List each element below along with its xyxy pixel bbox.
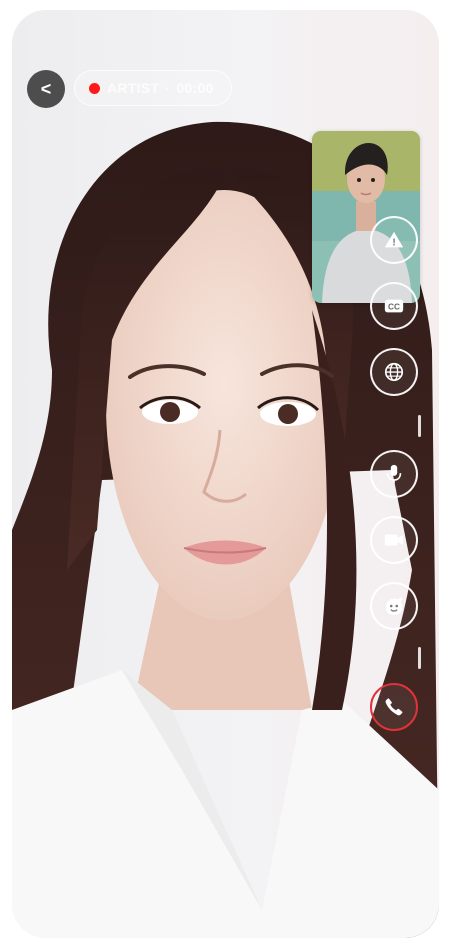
camera-button[interactable] — [370, 516, 418, 564]
status-separator: · — [165, 80, 171, 96]
microphone-button[interactable] — [370, 450, 418, 498]
captions-icon: CC — [384, 299, 404, 313]
report-button[interactable]: ! — [370, 216, 418, 264]
call-status-pill: ARTIST · 00:00 — [74, 70, 232, 106]
face-effects-icon — [385, 596, 404, 616]
call-screen: < ARTIST · 00:00 ! CC — [12, 10, 439, 938]
end-call-button[interactable] — [370, 683, 418, 731]
globe-icon — [384, 362, 404, 382]
svg-text:CC: CC — [388, 303, 400, 312]
phone-icon — [385, 698, 403, 716]
effects-button[interactable] — [370, 582, 418, 630]
captions-button[interactable]: CC — [370, 282, 418, 330]
translate-button[interactable] — [370, 348, 418, 396]
back-button[interactable]: < — [27, 70, 65, 108]
svg-text:!: ! — [392, 238, 395, 249]
call-timer: 00:00 — [176, 80, 214, 96]
warning-icon: ! — [384, 231, 404, 249]
caller-name: ARTIST — [107, 80, 160, 96]
controls-divider-lower — [418, 647, 421, 669]
microphone-icon — [386, 464, 402, 484]
recording-dot-icon — [89, 82, 100, 94]
controls-divider — [418, 415, 421, 437]
video-camera-icon — [384, 534, 404, 546]
self-view-video[interactable] — [312, 131, 420, 303]
